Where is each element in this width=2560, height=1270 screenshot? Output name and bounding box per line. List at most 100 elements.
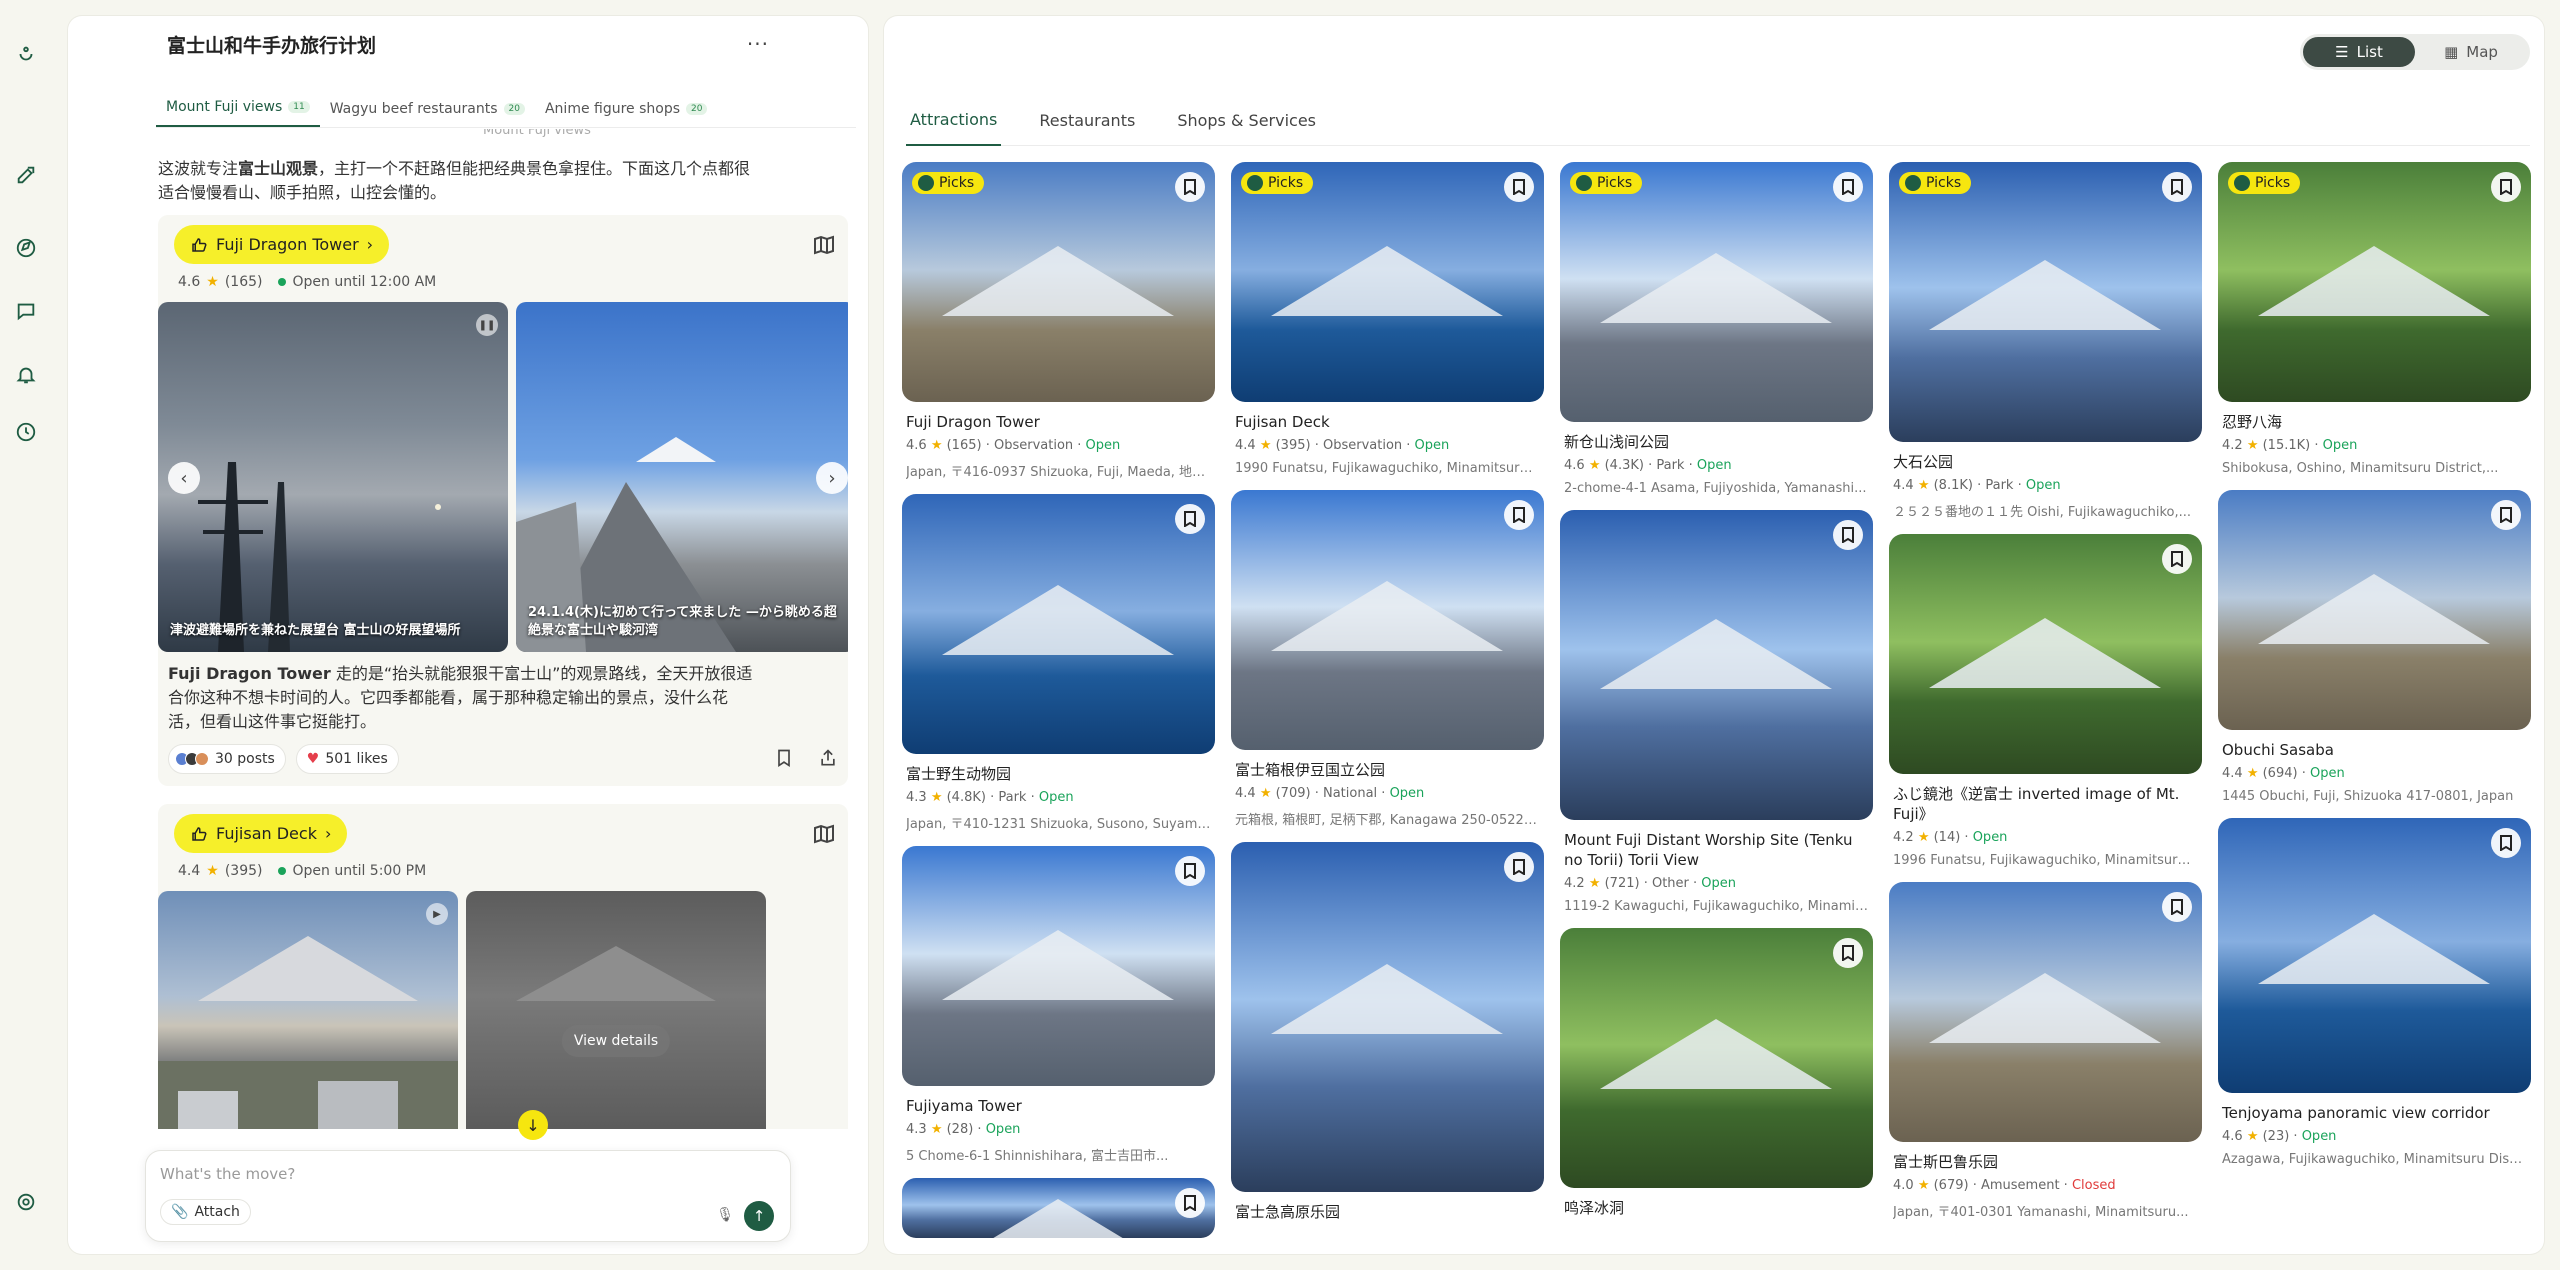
new-chat-icon[interactable] [12, 161, 40, 189]
place-photo[interactable] [1231, 842, 1544, 1192]
gallery-photo[interactable]: View details [466, 891, 766, 1129]
tab-shops-services[interactable]: Shops & Services [1173, 96, 1320, 146]
place-result-card[interactable]: Picks Fujisan Deck 4.4 ★ (395) · Observati… [1231, 162, 1544, 476]
bookmark-icon[interactable] [1175, 1188, 1205, 1218]
profile-settings-icon[interactable] [12, 1188, 40, 1216]
place-photo[interactable]: Picks [902, 162, 1215, 402]
send-button[interactable]: ↑ [744, 1201, 774, 1231]
app-logo-icon[interactable] [12, 40, 40, 68]
list-view-button[interactable]: ☰ List [2303, 37, 2415, 67]
star-icon: ★ [1259, 786, 1276, 801]
messages-icon[interactable] [12, 297, 40, 325]
more-options-button[interactable]: ··· [747, 32, 769, 56]
place-photo[interactable] [902, 846, 1215, 1086]
history-icon[interactable] [12, 418, 40, 446]
star-icon: ★ [1588, 458, 1605, 473]
bookmark-icon[interactable] [2162, 172, 2192, 202]
place-result-card[interactable]: Tenjoyama panoramic view corridor 4.6 ★ (… [2218, 818, 2531, 1167]
bookmark-icon[interactable] [1833, 520, 1863, 550]
tab-mount-fuji-views[interactable]: Mount Fuji views 11 [156, 99, 320, 127]
photo-gallery[interactable]: ❚❚ ‹ 津波避難場所を兼ねた展望台 富士山の好展望場所 › 24.1.4(木)… [158, 302, 848, 652]
gallery-photo[interactable]: ▶ [158, 891, 458, 1129]
place-address: Japan, 〒410-1231 Shizuoka, Susono, Suyam… [906, 817, 1211, 832]
tab-restaurants[interactable]: Restaurants [1035, 96, 1139, 146]
place-result-card[interactable] [902, 1178, 1215, 1238]
place-photo[interactable]: Picks [1231, 162, 1544, 402]
bookmark-icon[interactable] [2162, 544, 2192, 574]
tab-anime-figure-shops[interactable]: Anime figure shops 20 [535, 101, 718, 127]
bookmark-icon[interactable] [1175, 504, 1205, 534]
place-address: 2-chome-4-1 Asama, Fujiyoshida, Yamanash… [1564, 481, 1867, 496]
microphone-icon[interactable]: 🎙 [716, 1207, 734, 1223]
place-card: Fuji Dragon Tower › 4.6 ★ (165) Open unt… [158, 215, 848, 786]
posts-chip[interactable]: 30 posts [168, 744, 286, 774]
mountain-shape [1271, 581, 1503, 651]
place-result-card[interactable]: 富士斯巴鲁乐园 4.0 ★ (679) · Amusement · Closed J… [1889, 882, 2202, 1220]
gallery-prev-button[interactable]: ‹ [168, 462, 200, 494]
gallery-photo[interactable]: ❚❚ ‹ 津波避難場所を兼ねた展望台 富士山の好展望場所 [158, 302, 508, 652]
bookmark-icon[interactable] [2162, 892, 2192, 922]
attach-button[interactable]: 📎 Attach [160, 1199, 251, 1225]
place-result-card[interactable]: Obuchi Sasaba 4.4 ★ (694) · Open 1445 Obuc… [2218, 490, 2531, 804]
place-pill-button[interactable]: Fuji Dragon Tower › [174, 225, 390, 264]
bookmark-icon[interactable] [1833, 172, 1863, 202]
place-photo[interactable] [2218, 818, 2531, 1093]
tab-attractions[interactable]: Attractions [906, 96, 1002, 146]
bookmark-icon[interactable] [2491, 172, 2521, 202]
bookmark-icon[interactable] [2491, 828, 2521, 858]
bookmark-icon[interactable] [1504, 852, 1534, 882]
map-icon[interactable] [812, 822, 838, 848]
tab-wagyu-beef-restaurants[interactable]: Wagyu beef restaurants 20 [320, 101, 535, 127]
place-result-card[interactable]: 鸣泽冰洞 [1560, 928, 1873, 1218]
place-result-card[interactable]: ふじ鏡池《逆富士 inverted image of Mt. Fuji》 4.2 … [1889, 534, 2202, 868]
place-photo[interactable] [1889, 882, 2202, 1142]
share-icon[interactable] [818, 748, 838, 768]
place-result-card[interactable]: Picks 大石公园 4.4 ★ (8.1K) · Park · Open ２５２５番… [1889, 162, 2202, 520]
place-photo[interactable] [902, 1178, 1215, 1238]
photo-gallery[interactable]: ▶ View details [158, 891, 848, 1129]
play-icon[interactable]: ▶ [426, 903, 448, 925]
place-result-card[interactable]: Picks Fuji Dragon Tower 4.6 ★ (165) · Obse… [902, 162, 1215, 480]
places-grid[interactable]: Picks Fuji Dragon Tower 4.6 ★ (165) · Obse… [902, 162, 2542, 1254]
bookmark-icon[interactable] [1833, 938, 1863, 968]
pause-icon[interactable]: ❚❚ [476, 314, 498, 336]
scroll-down-button[interactable]: ↓ [518, 1110, 548, 1140]
review-count: (4.8K) [946, 790, 986, 805]
composer-input[interactable]: What's the move? [160, 1165, 295, 1183]
explore-icon[interactable] [12, 234, 40, 262]
place-photo[interactable] [1231, 490, 1544, 750]
place-photo[interactable]: Picks [2218, 162, 2531, 402]
place-result-card[interactable]: 富士野生动物园 4.3 ★ (4.8K) · Park · Open Japan, … [902, 494, 1215, 832]
bookmark-icon[interactable] [1175, 856, 1205, 886]
gallery-next-button[interactable]: › [816, 462, 848, 494]
place-result-card[interactable]: Picks 忍野八海 4.2 ★ (15.1K) · Open Shibokusa, … [2218, 162, 2531, 476]
place-result-card[interactable]: Mount Fuji Distant Worship Site (Tenku n… [1560, 510, 1873, 914]
chat-scroll-area[interactable]: Mount Fuji views 这波就专注富士山观景，主打一个不赶路但能把经典… [158, 129, 848, 1129]
place-result-card[interactable]: 富士箱根伊豆国立公园 4.4 ★ (709) · National · Open 元… [1231, 490, 1544, 828]
map-icon[interactable] [812, 233, 838, 259]
likes-chip[interactable]: ♥ 501 likes [295, 744, 399, 774]
bookmark-icon[interactable] [1504, 172, 1534, 202]
place-meta: 4.0 ★ (679) · Amusement · Closed [1893, 1178, 2116, 1193]
view-details-button[interactable]: View details [561, 1025, 671, 1057]
place-result-card[interactable]: Picks 新仓山浅间公园 4.6 ★ (4.3K) · Park · Open 2-… [1560, 162, 1873, 496]
notifications-icon[interactable] [12, 361, 40, 389]
place-photo[interactable] [1560, 928, 1873, 1188]
place-pill-button[interactable]: Fujisan Deck › [174, 814, 348, 853]
place-photo[interactable]: Picks [1560, 162, 1873, 422]
bookmark-icon[interactable] [1504, 500, 1534, 530]
gallery-photo[interactable]: › 24.1.4(木)に初めて行って来ました —から眺める超絶景な富士山や駿河湾 [516, 302, 848, 652]
place-meta: 4.4 ★ (8.1K) · Park · Open [1893, 478, 2061, 493]
place-photo[interactable] [1560, 510, 1873, 820]
place-photo[interactable] [902, 494, 1215, 754]
map-view-button[interactable]: ▦ Map [2415, 37, 2527, 67]
place-photo[interactable] [2218, 490, 2531, 730]
bookmark-icon[interactable] [1175, 172, 1205, 202]
place-result-card[interactable]: 富士急高原乐园 [1231, 842, 1544, 1222]
place-photo[interactable] [1889, 534, 2202, 774]
bookmark-icon[interactable] [2491, 500, 2521, 530]
open-status: Open [1972, 830, 2008, 845]
bookmark-icon[interactable] [774, 748, 794, 768]
place-result-card[interactable]: Fujiyama Tower 4.3 ★ (28) · Open 5 Chome-6… [902, 846, 1215, 1164]
place-photo[interactable]: Picks [1889, 162, 2202, 442]
